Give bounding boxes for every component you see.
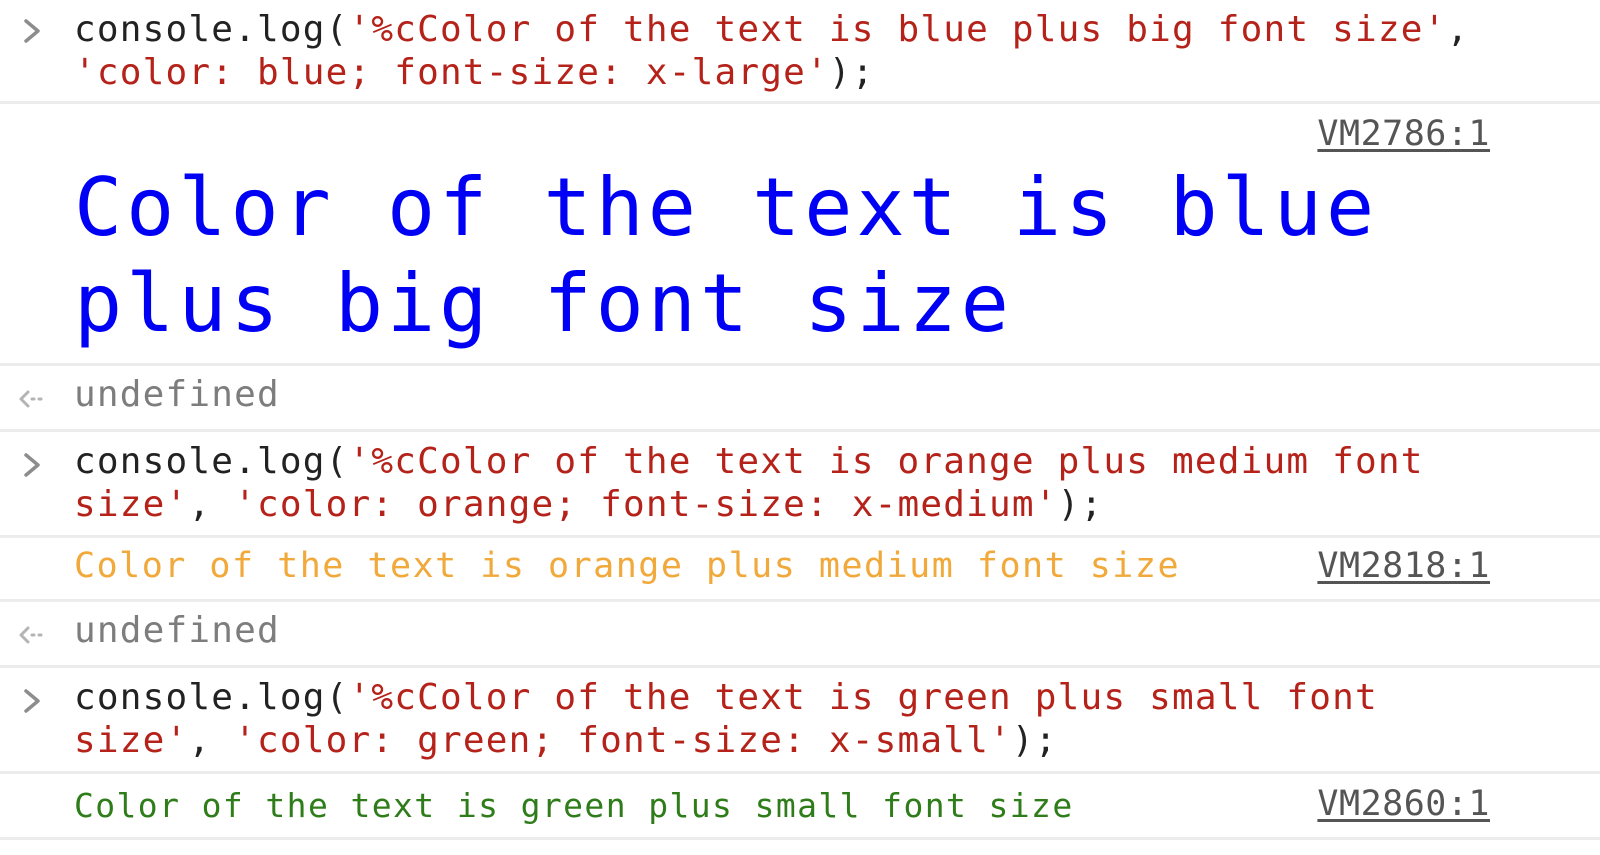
code-plain: , [1446, 9, 1470, 50]
code-string: size' [74, 720, 189, 761]
code-plain: ); [1011, 720, 1058, 761]
code-plain: console.log( [74, 441, 349, 482]
console-return-row: undefined [0, 602, 1600, 668]
code-string: '%cColor of the text is orange plus medi… [348, 441, 1424, 482]
code-plain: console.log( [74, 677, 349, 718]
return-value: undefined [74, 610, 280, 651]
console-return-row: undefined [0, 366, 1600, 432]
code-plain: ); [1057, 484, 1104, 525]
code-plain: , [188, 484, 235, 525]
source-link[interactable]: VM2860:1 [1317, 784, 1490, 824]
console-output-row: VM2786:1 Color of the text is blue plus … [0, 104, 1600, 366]
prompt-chevron-icon [20, 16, 46, 46]
prompt-chevron-icon [20, 450, 46, 480]
code-plain: , [188, 720, 235, 761]
console-input-row: console.log('%cColor of the text is gree… [0, 668, 1600, 774]
code-plain: console.log( [74, 9, 349, 50]
prompt-chevron-icon [20, 686, 46, 716]
return-arrow-icon [16, 620, 48, 650]
log-output-orange: Color of the text is orange plus medium … [74, 546, 1181, 586]
console-output-row: Color of the text is green plus small fo… [0, 774, 1600, 840]
code-string: '%cColor of the text is green plus small… [348, 677, 1378, 718]
console-input-row: console.log('%cColor of the text is oran… [0, 432, 1600, 538]
code-string: 'color: green; font-size: x-small' [234, 720, 1012, 761]
log-output-green: Color of the text is green plus small fo… [74, 786, 1074, 825]
return-arrow-icon [16, 384, 48, 414]
console-output-row: Color of the text is orange plus medium … [0, 538, 1600, 602]
source-link[interactable]: VM2818:1 [1317, 546, 1490, 586]
code-plain: ); [828, 52, 875, 93]
devtools-console: console.log('%cColor of the text is blue… [0, 0, 1600, 855]
code-string: '%cColor of the text is blue plus big fo… [348, 9, 1447, 50]
input-code[interactable]: console.log('%cColor of the text is blue… [74, 8, 1469, 94]
console-input-row: console.log('%cColor of the text is blue… [0, 0, 1600, 104]
source-link[interactable]: VM2786:1 [1317, 114, 1490, 154]
code-string: 'color: orange; font-size: x-medium' [234, 484, 1058, 525]
log-output-line: Color of the text is blue [74, 161, 1379, 254]
input-code[interactable]: console.log('%cColor of the text is gree… [74, 676, 1378, 762]
code-string: size' [74, 484, 189, 525]
input-code[interactable]: console.log('%cColor of the text is oran… [74, 440, 1424, 526]
return-value: undefined [74, 374, 280, 415]
code-string: 'color: blue; font-size: x-large' [74, 52, 829, 93]
log-output-blue: Color of the text is blue plus big font … [74, 160, 1378, 352]
log-output-line: plus big font size [74, 257, 1013, 350]
